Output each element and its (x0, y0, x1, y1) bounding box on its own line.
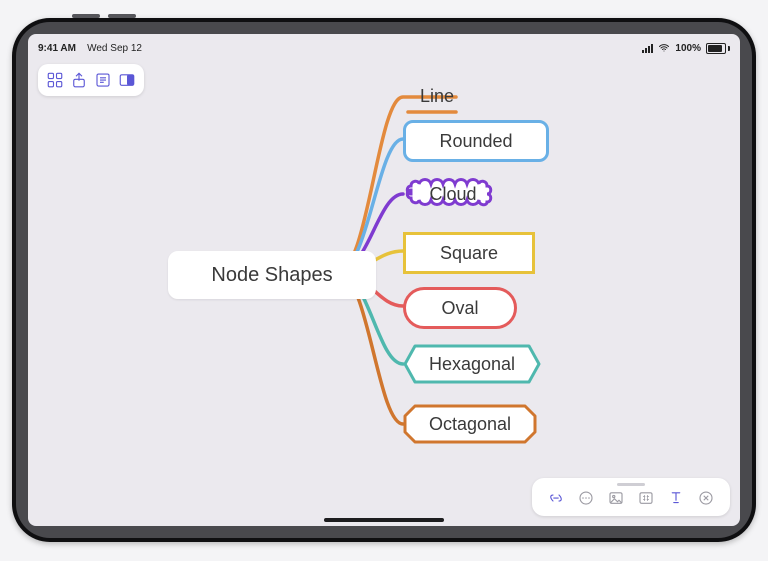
node-oval[interactable]: Oval (403, 287, 517, 329)
style-button[interactable] (666, 488, 686, 508)
link-icon (547, 489, 565, 507)
node-octagonal-label: Octagonal (403, 404, 537, 444)
delete-icon (697, 489, 715, 507)
volume-down-button (108, 14, 136, 18)
root-label: Node Shapes (211, 264, 332, 287)
node-octagonal[interactable]: Octagonal (403, 404, 537, 444)
node-cloud-label: Cloud (403, 172, 503, 216)
volume-up-button (72, 14, 100, 18)
node-hexagonal-label: Hexagonal (403, 344, 541, 384)
node-line-label: Line (420, 86, 454, 106)
link-button[interactable] (546, 488, 566, 508)
delete-button[interactable] (696, 488, 716, 508)
node-hexagonal[interactable]: Hexagonal (403, 344, 541, 384)
image-icon (607, 489, 625, 507)
node-line[interactable]: Line (416, 86, 458, 107)
more-button[interactable] (576, 488, 596, 508)
tag-icon (637, 489, 655, 507)
home-indicator[interactable] (324, 518, 444, 522)
ipad-device: 9:41 AM Wed Sep 12 100% (12, 18, 756, 542)
tag-button[interactable] (636, 488, 656, 508)
screen: 9:41 AM Wed Sep 12 100% (28, 34, 740, 526)
style-icon (667, 489, 685, 507)
node-oval-label: Oval (441, 298, 478, 319)
node-rounded-label: Rounded (439, 131, 512, 152)
node-rounded[interactable]: Rounded (403, 120, 549, 162)
image-button[interactable] (606, 488, 626, 508)
node-square-label: Square (440, 243, 498, 264)
more-icon (577, 489, 595, 507)
root-node[interactable]: Node Shapes (168, 251, 376, 299)
mindmap-connectors (28, 34, 740, 526)
bottom-toolbar[interactable] (532, 478, 730, 516)
node-cloud[interactable]: Cloud (403, 172, 503, 216)
node-square[interactable]: Square (403, 232, 535, 274)
